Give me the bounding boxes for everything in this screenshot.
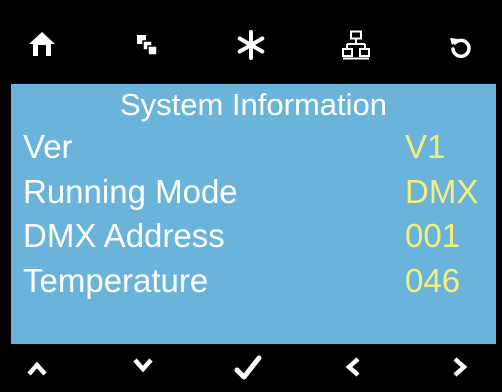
layers-icon[interactable] [134,32,160,58]
info-label: Running Mode [23,173,238,210]
bottom-navbar [6,344,496,390]
home-icon[interactable] [26,28,58,60]
info-row-temperature: Temperature 046 [11,259,496,303]
top-toolbar [6,2,496,82]
info-value: DMX [405,173,479,210]
info-row-dmx-address: DMX Address 001 [11,214,496,258]
checkmark-icon[interactable] [232,352,264,384]
chevron-right-icon[interactable] [448,354,472,380]
refresh-icon[interactable] [446,32,476,62]
info-row-running-mode: Running Mode DMX [11,170,496,214]
info-value: 001 [405,217,461,254]
info-label: Temperature [23,262,209,299]
panel-title: System Information [119,87,388,122]
chevron-down-icon[interactable] [130,352,156,378]
device-screen: System Information Ver V1 Running Mode D… [6,2,496,390]
chevron-left-icon[interactable] [341,354,365,380]
system-info-panel: System Information Ver V1 Running Mode D… [11,84,496,344]
info-row-ver: Ver V1 [11,125,496,169]
info-value: 046 [405,262,461,299]
chevron-up-icon[interactable] [24,356,50,382]
info-value: V1 [405,128,446,165]
network-icon[interactable] [340,29,372,61]
info-label: Ver [23,128,73,165]
asterisk-icon[interactable] [234,28,268,62]
info-label: DMX Address [23,217,225,254]
